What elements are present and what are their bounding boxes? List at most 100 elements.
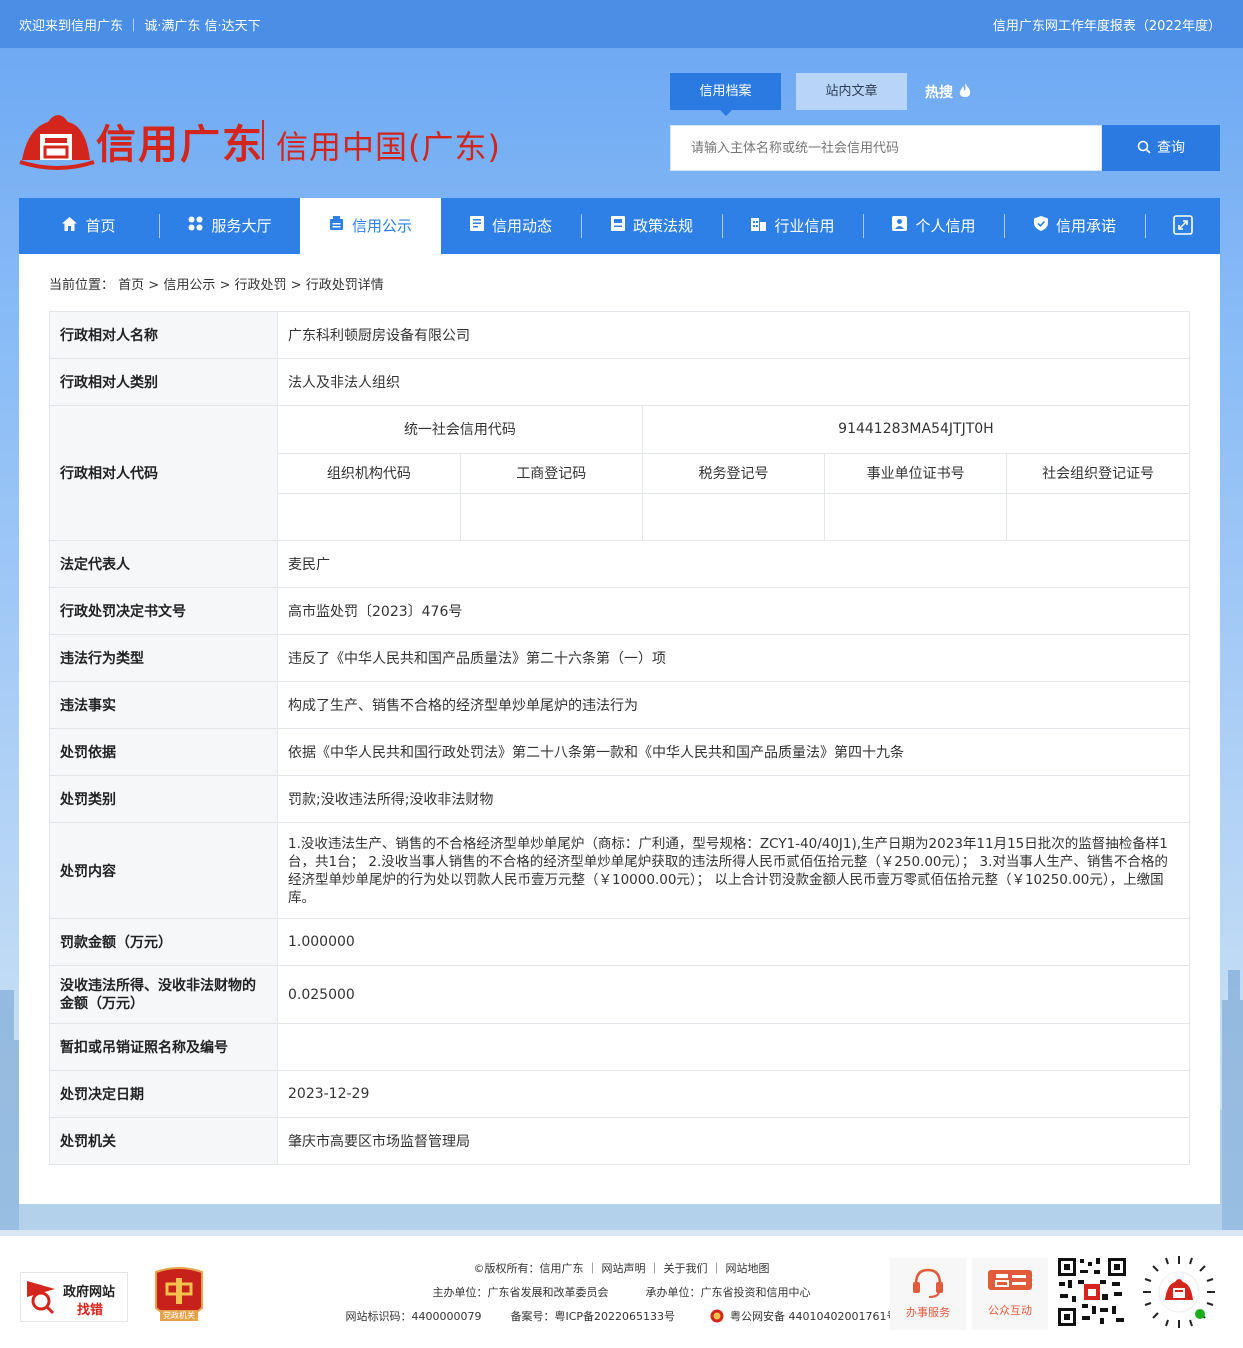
table-row: 行政相对人类别 法人及非法人组织 xyxy=(49,358,1190,406)
public-interaction-label: 公众互动 xyxy=(988,1304,1032,1317)
nav-item-policy[interactable]: 政策法规 xyxy=(582,198,722,254)
online-service-button[interactable]: 办事服务 xyxy=(890,1258,966,1330)
police-record-link[interactable]: 粤公网安备 44010402001761号 xyxy=(730,1310,897,1323)
row-label: 行政相对人代码 xyxy=(49,405,278,541)
qr-code-icon xyxy=(1056,1256,1128,1328)
table-row: 组织机构代码 工商登记码 税务登记号 事业单位证书号 社会组织登记证号 xyxy=(278,452,1189,494)
public-interaction-button[interactable]: 公众互动 xyxy=(972,1258,1048,1330)
breadcrumb-credit-publicity[interactable]: 信用公示 xyxy=(163,278,215,293)
row-label: 罚款金额（万元） xyxy=(49,918,278,966)
table-row: 处罚内容 1.没收违法生产、销售的不合格经济型单炒单尾炉（商标：广利通，型号规格… xyxy=(49,822,1190,919)
table-row: 违法行为类型 违反了《中华人民共和国产品质量法》第二十六条第（一）项 xyxy=(49,634,1190,682)
confiscation-amount-value: 0.025000 xyxy=(277,965,1190,1024)
subject-type-value: 法人及非法人组织 xyxy=(277,358,1190,406)
nav-item-credit-publicity[interactable]: 信用公示 xyxy=(300,198,441,254)
sub-code-header: 事业单位证书号 xyxy=(824,452,1008,494)
table-row: 处罚类别 罚款;没收违法所得;没收非法财物 xyxy=(49,775,1190,823)
nav-item-home[interactable]: 首页 xyxy=(19,198,159,254)
nav-label-policy: 政策法规 xyxy=(632,217,693,235)
nav-item-credit-news[interactable]: 信用动态 xyxy=(441,198,581,254)
search-icon xyxy=(1137,140,1151,154)
shield-icon xyxy=(1033,198,1048,254)
row-label: 处罚类别 xyxy=(49,775,278,823)
row-label: 行政相对人类别 xyxy=(49,358,278,406)
logo-title: 信用广东 xyxy=(96,121,264,168)
police-emblem-icon xyxy=(710,1309,724,1323)
table-row: 统一社会信用代码 91441283MA54JTJT0H xyxy=(278,406,1189,454)
decision-date-value: 2023-12-29 xyxy=(277,1070,1190,1118)
sponsor-text: 主办单位：广东省发展和改革委员会 xyxy=(432,1286,609,1299)
nav-label-home: 首页 xyxy=(85,217,116,235)
sub-code-header: 税务登记号 xyxy=(641,452,826,494)
sub-code-value xyxy=(1006,492,1189,540)
row-label: 处罚决定日期 xyxy=(49,1070,278,1118)
sub-code-value xyxy=(278,492,461,540)
wechat-qr-code xyxy=(1056,1256,1128,1328)
annual-report-link[interactable]: 信用广东网工作年度报表（2022年度） xyxy=(993,15,1221,34)
nav-item-credit-commitment[interactable]: 信用承诺 xyxy=(1005,198,1145,254)
headset-icon xyxy=(913,1268,943,1298)
breadcrumb-prefix: 当前位置： xyxy=(49,278,115,293)
table-row: 处罚依据 依据《中华人民共和国行政处罚法》第二十八条第一款和《中华人民共和国产品… xyxy=(49,728,1190,776)
news-icon xyxy=(469,198,484,254)
subject-name-value: 广东科利顿厨房设备有限公司 xyxy=(277,311,1190,359)
sub-code-value xyxy=(641,492,826,540)
table-row: 行政处罚决定书文号 高市监处罚〔2023〕476号 xyxy=(49,587,1190,635)
nav-label-credit-publicity: 信用公示 xyxy=(351,217,412,235)
penalty-content-value: 1.没收违法生产、销售的不合格经济型单炒单尾炉（商标：广利通，型号规格：ZCY1… xyxy=(277,822,1190,919)
code-subtable: 统一社会信用代码 91441283MA54JTJT0H 组织机构代码 工商登记码… xyxy=(278,406,1189,540)
content-panel: 当前位置： 首页 > 信用公示 > 行政处罚 > 行政处罚详情 行政相对人名称 … xyxy=(19,254,1220,1204)
nav-label-industry-credit: 行业信用 xyxy=(774,217,835,235)
expand-icon xyxy=(1173,215,1193,235)
nav-label-service-hall: 服务大厅 xyxy=(211,217,272,235)
icp-link[interactable]: 备案号：粤ICP备2022065133号 xyxy=(510,1310,675,1323)
table-row: 法定代表人 麦民广 xyxy=(49,540,1190,588)
flame-icon xyxy=(959,83,971,97)
nav-label-credit-news: 信用动态 xyxy=(491,217,552,235)
nav-item-industry-credit[interactable]: 行业信用 xyxy=(723,198,863,254)
policy-icon xyxy=(610,198,625,254)
uscc-value: 91441283MA54JTJT0H xyxy=(641,406,1189,454)
search-button-label: 查询 xyxy=(1157,140,1185,156)
violation-fact-value: 构成了生产、销售不合格的经济型单炒单尾炉的违法行为 xyxy=(277,681,1190,729)
main-nav: 首页 服务大厅 信用公示 信用动态 政策法规 行业信用 个人信用 信用承诺 xyxy=(19,198,1220,254)
top-bar: 欢迎来到信用广东 ｜ 诚·满广东 信·达天下 信用广东网工作年度报表（2022年… xyxy=(0,0,1243,48)
mini-program-qr-icon xyxy=(1143,1256,1215,1328)
footer: 政府网站 找错 党政机关 ©版权所有：信用广东 ｜ 网站声明 ｜ 关于我们 ｜ … xyxy=(0,1236,1243,1348)
table-row: 处罚决定日期 2023-12-29 xyxy=(49,1070,1190,1118)
penalty-detail-table: 行政相对人名称 广东科利顿厨房设备有限公司 行政相对人类别 法人及非法人组织 行… xyxy=(49,311,1190,1165)
legal-rep-value: 麦民广 xyxy=(277,540,1190,588)
nav-item-personal-credit[interactable]: 个人信用 xyxy=(864,198,1004,254)
table-row: 处罚机关 肇庆市高要区市场监督管理局 xyxy=(49,1117,1190,1165)
row-label: 处罚依据 xyxy=(49,728,278,776)
row-label: 暂扣或吊销证照名称及编号 xyxy=(49,1023,278,1071)
fullscreen-button[interactable] xyxy=(1146,198,1220,254)
sub-code-value xyxy=(459,492,643,540)
code-subtable-cell: 统一社会信用代码 91441283MA54JTJT0H 组织机构代码 工商登记码… xyxy=(277,405,1190,541)
search-input[interactable] xyxy=(671,126,1101,170)
mini-program-code xyxy=(1140,1254,1218,1330)
person-icon xyxy=(892,198,908,254)
hot-search-link[interactable]: 热搜 xyxy=(925,82,972,102)
nav-label-credit-commitment: 信用承诺 xyxy=(1055,217,1116,235)
search-button[interactable]: 查询 xyxy=(1102,125,1220,171)
row-label: 行政处罚决定书文号 xyxy=(49,587,278,635)
nav-item-service-hall[interactable]: 服务大厅 xyxy=(160,198,300,254)
building-icon xyxy=(751,198,767,254)
breadcrumb-home[interactable]: 首页 xyxy=(118,278,144,293)
row-label: 法定代表人 xyxy=(49,540,278,588)
search-tab-site-articles[interactable]: 站内文章 xyxy=(796,73,907,110)
table-row xyxy=(278,492,1189,540)
table-row: 违法事实 构成了生产、销售不合格的经济型单炒单尾炉的违法行为 xyxy=(49,681,1190,729)
logo-subtitle: 信用中国(广东) xyxy=(276,128,501,166)
sub-code-value xyxy=(824,492,1008,540)
breadcrumb-admin-penalty[interactable]: 行政处罚 xyxy=(235,278,287,293)
row-label: 没收违法所得、没收非法财物的金额（万元） xyxy=(49,965,278,1024)
search-tab-credit-archive[interactable]: 信用档案 xyxy=(670,73,781,116)
row-label: 违法事实 xyxy=(49,681,278,729)
table-row: 罚款金额（万元） 1.000000 xyxy=(49,918,1190,966)
row-label: 处罚机关 xyxy=(49,1117,278,1165)
search-box xyxy=(670,125,1102,171)
site-id-text: 网站标识码：4400000079 xyxy=(345,1310,482,1323)
penalty-basis-value: 依据《中华人民共和国行政处罚法》第二十八条第一款和《中华人民共和国产品质量法》第… xyxy=(277,728,1190,776)
